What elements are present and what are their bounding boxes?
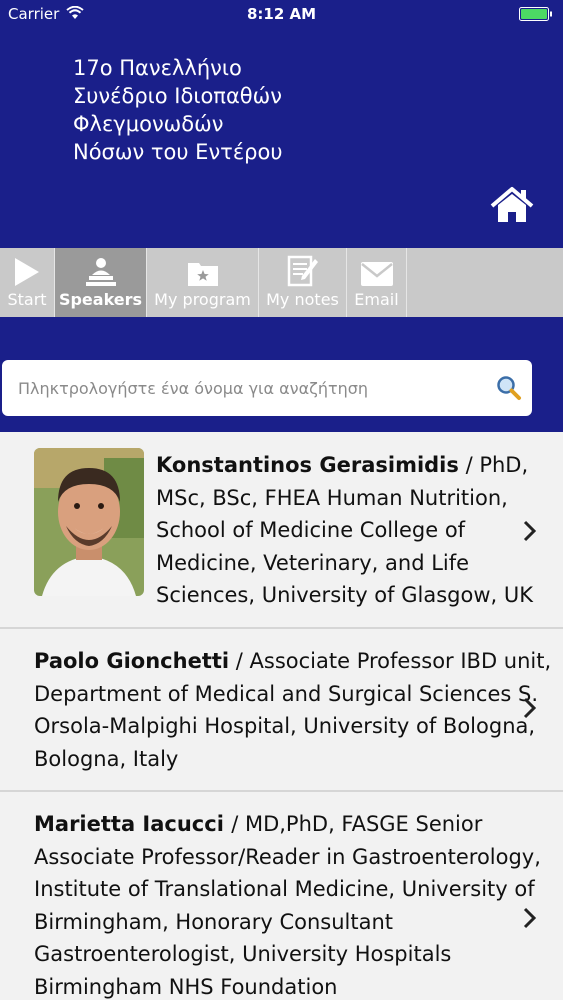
home-icon[interactable]	[490, 186, 534, 224]
search-area: Πληκτρολογήστε ένα όνομα για αναζήτηση	[0, 317, 563, 432]
conference-title: 17ο Πανελλήνιο Συνέδριο Ιδιοπαθών Φλεγμο…	[73, 56, 283, 164]
tab-label: Email	[354, 290, 399, 309]
speaker-photo	[34, 448, 144, 596]
battery-icon	[519, 7, 552, 21]
tab-bar: Start Speakers My program My notes Email	[0, 248, 563, 317]
search-placeholder: Πληκτρολογήστε ένα όνομα για αναζήτηση	[18, 378, 369, 398]
envelope-icon	[360, 262, 393, 286]
tab-speakers[interactable]: Speakers	[55, 248, 147, 317]
speaker-text: Marietta Iacucci / MD,PhD, FASGE Senior …	[34, 808, 559, 1000]
chevron-right-icon	[523, 520, 537, 542]
tab-label: My notes	[266, 290, 339, 309]
list-item[interactable]: Konstantinos Gerasimidis / PhD, MSc, BSc…	[0, 432, 563, 629]
app-header: 17ο Πανελλήνιο Συνέδριο Ιδιοπαθών Φλεγμο…	[0, 30, 563, 248]
chevron-right-icon	[523, 697, 537, 719]
speaker-name: Konstantinos Gerasimidis	[156, 453, 459, 477]
folder-star-icon	[187, 263, 218, 286]
speaker-text: Konstantinos Gerasimidis / PhD, MSc, BSc…	[156, 449, 556, 612]
speaker-text: Paolo Gionchetti / Associate Professor I…	[34, 645, 559, 775]
tab-email[interactable]: Email	[347, 248, 407, 317]
speaker-details: / MD,PhD, FASGE Senior Associate Profess…	[34, 812, 541, 999]
tab-label: Start	[7, 290, 47, 309]
chevron-right-icon	[523, 907, 537, 929]
tab-my-notes[interactable]: My notes	[259, 248, 347, 317]
tab-my-program[interactable]: My program	[147, 248, 259, 317]
status-bar: Carrier 8:12 AM	[0, 0, 563, 30]
search-icon[interactable]	[496, 375, 522, 401]
tab-label: My program	[154, 290, 251, 309]
speaker-name: Paolo Gionchetti	[34, 649, 230, 673]
tab-start[interactable]: Start	[0, 248, 55, 317]
list-item[interactable]: Marietta Iacucci / MD,PhD, FASGE Senior …	[0, 792, 563, 1000]
speakers-list: Konstantinos Gerasimidis / PhD, MSc, BSc…	[0, 432, 563, 1000]
search-input[interactable]: Πληκτρολογήστε ένα όνομα για αναζήτηση	[2, 360, 532, 416]
tab-label: Speakers	[58, 290, 143, 309]
play-icon	[15, 258, 39, 286]
clock: 8:12 AM	[246, 5, 317, 23]
notes-icon	[287, 255, 318, 287]
speaker-icon	[85, 258, 116, 286]
list-item[interactable]: Paolo Gionchetti / Associate Professor I…	[0, 629, 563, 792]
speaker-name: Marietta Iacucci	[34, 812, 232, 836]
